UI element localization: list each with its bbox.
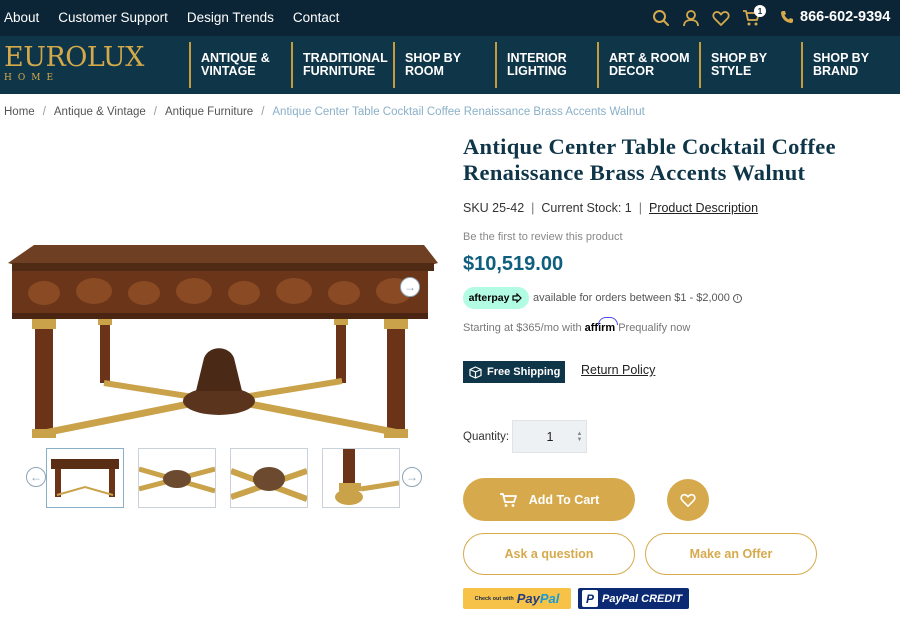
thumbnail-1[interactable] (46, 448, 124, 508)
logo-main-text: EUROLUX (4, 42, 144, 73)
add-to-cart-label: Add To Cart (528, 492, 600, 507)
nav-interior-lighting[interactable]: INTERIOR LIGHTING (495, 42, 567, 88)
nav-label: ANTIQUE & VINTAGE (201, 51, 270, 78)
wishlist-heart-icon[interactable] (710, 7, 732, 29)
review-prompt-link[interactable]: Be the first to review this product (463, 231, 623, 243)
thumbnail-strip (46, 448, 414, 508)
nav-label: ART & ROOM DECOR (609, 51, 690, 78)
logo[interactable]: EUROLUX HOME (4, 42, 144, 86)
nav-label: TRADITIONAL FURNITURE (303, 51, 388, 78)
logo-sub-text: HOME (4, 73, 60, 83)
thumbnail-4[interactable] (322, 448, 400, 508)
image-next-arrow-icon[interactable]: → (400, 277, 420, 297)
breadcrumb-separator: / (42, 106, 46, 118)
nav-shop-by-style[interactable]: SHOP BY STYLE (699, 42, 767, 88)
product-main-image[interactable]: → (4, 233, 440, 443)
afterpay-row: afterpay available for orders between $1… (463, 287, 742, 309)
free-shipping-badge: Free Shipping (463, 361, 565, 383)
afterpay-text: available for orders between $1 - $2,000 (533, 292, 730, 304)
nav-art-room-decor[interactable]: ART & ROOM DECOR (597, 42, 690, 88)
paypal-credit-label: PayPal CREDIT (602, 592, 683, 605)
breadcrumb-home[interactable]: Home (4, 106, 35, 118)
paypal-checkout-text: Check out with (474, 595, 514, 602)
cart-count-badge: 1 (754, 5, 766, 17)
meta-separator: | (638, 201, 642, 215)
info-icon[interactable]: i (732, 293, 742, 303)
affirm-prefix: Starting at $365/mo with (463, 322, 582, 334)
paypal-checkout-button[interactable]: Check out with Pay Pal (463, 588, 571, 609)
quantity-stepper: ▲ ▼ (512, 420, 587, 453)
breadcrumb-current: Antique Center Table Cocktail Coffee Ren… (272, 106, 645, 118)
paypal-logo-pal: Pal (539, 591, 560, 606)
search-icon[interactable] (650, 7, 672, 29)
thumbs-next-arrow-icon[interactable]: → (402, 467, 422, 487)
quantity-arrows: ▲ ▼ (573, 421, 586, 452)
return-policy-link[interactable]: Return Policy (581, 363, 655, 377)
product-stock: Current Stock: 1 (541, 201, 632, 215)
breadcrumb-antique-furniture[interactable]: Antique Furniture (165, 106, 253, 118)
top-link-contact[interactable]: Contact (293, 10, 340, 25)
nav-shop-by-brand[interactable]: SHOP BY BRAND (801, 42, 869, 88)
product-sku: SKU 25-42 (463, 201, 525, 215)
top-link-customer-support[interactable]: Customer Support (58, 10, 168, 25)
top-links: About Customer Support Design Trends Con… (4, 10, 358, 25)
phone-icon (781, 11, 793, 23)
nav-traditional-furniture[interactable]: TRADITIONAL FURNITURE (291, 42, 388, 88)
top-link-about[interactable]: About (4, 10, 39, 25)
top-bar: About Customer Support Design Trends Con… (0, 0, 900, 36)
thumbnail-3[interactable] (230, 448, 308, 508)
nav-label: SHOP BY ROOM (405, 51, 462, 78)
paypal-logo-pay: Pay (516, 591, 540, 606)
nav-label: SHOP BY BRAND (813, 51, 870, 78)
affirm-row: Starting at $365/mo with affirm Prequali… (463, 317, 690, 334)
thumbnail-2[interactable] (138, 448, 216, 508)
thumbs-prev-arrow-icon[interactable]: ← (26, 467, 46, 487)
quantity-input[interactable] (513, 429, 573, 444)
phone-number: 866-602-9394 (800, 9, 891, 25)
cart-icon (499, 492, 517, 508)
quantity-label: Quantity: (463, 431, 510, 443)
product-meta: SKU 25-42 | Current Stock: 1 | Product D… (463, 201, 758, 215)
breadcrumb-antique-vintage[interactable]: Antique & Vintage (54, 106, 146, 118)
afterpay-arrows-icon (512, 293, 523, 303)
product-price: $10,519.00 (463, 253, 564, 275)
afterpay-logo[interactable]: afterpay (463, 287, 529, 309)
free-shipping-label: Free Shipping (487, 366, 561, 378)
nav-label: INTERIOR LIGHTING (507, 51, 567, 78)
afterpay-logo-text: afterpay (468, 292, 510, 304)
quantity-decrement-icon[interactable]: ▼ (577, 437, 583, 443)
product-title: Antique Center Table Cocktail Coffee Ren… (463, 134, 836, 185)
breadcrumb: Home / Antique & Vintage / Antique Furni… (4, 106, 645, 118)
nav-label: SHOP BY STYLE (711, 51, 768, 78)
paypal-credit-button[interactable]: P PayPal CREDIT (578, 588, 689, 609)
add-to-cart-button[interactable]: Add To Cart (463, 478, 635, 521)
product-description-link[interactable]: Product Description (649, 201, 758, 215)
affirm-logo: affirm (584, 317, 618, 334)
cart-icon[interactable]: 1 (740, 5, 766, 29)
heart-icon (680, 493, 696, 508)
breadcrumb-separator: / (261, 106, 265, 118)
make-offer-button[interactable]: Make an Offer (645, 533, 817, 575)
add-to-wishlist-button[interactable] (667, 479, 709, 521)
main-nav: EUROLUX HOME ANTIQUE & VINTAGE TRADITION… (0, 36, 900, 94)
account-icon[interactable] (680, 7, 702, 29)
breadcrumb-separator: / (153, 106, 157, 118)
ask-question-button[interactable]: Ask a question (463, 533, 635, 575)
top-link-design-trends[interactable]: Design Trends (187, 10, 274, 25)
phone-link[interactable]: 866-602-9394 (780, 9, 890, 25)
meta-separator: | (531, 201, 535, 215)
header-icons: 1 (650, 5, 770, 30)
package-icon (469, 365, 482, 379)
paypal-p-icon: P (582, 590, 598, 607)
nav-shop-by-room[interactable]: SHOP BY ROOM (393, 42, 461, 88)
nav-antique-vintage[interactable]: ANTIQUE & VINTAGE (189, 42, 270, 88)
affirm-prequalify-link[interactable]: Prequalify now (618, 322, 690, 334)
